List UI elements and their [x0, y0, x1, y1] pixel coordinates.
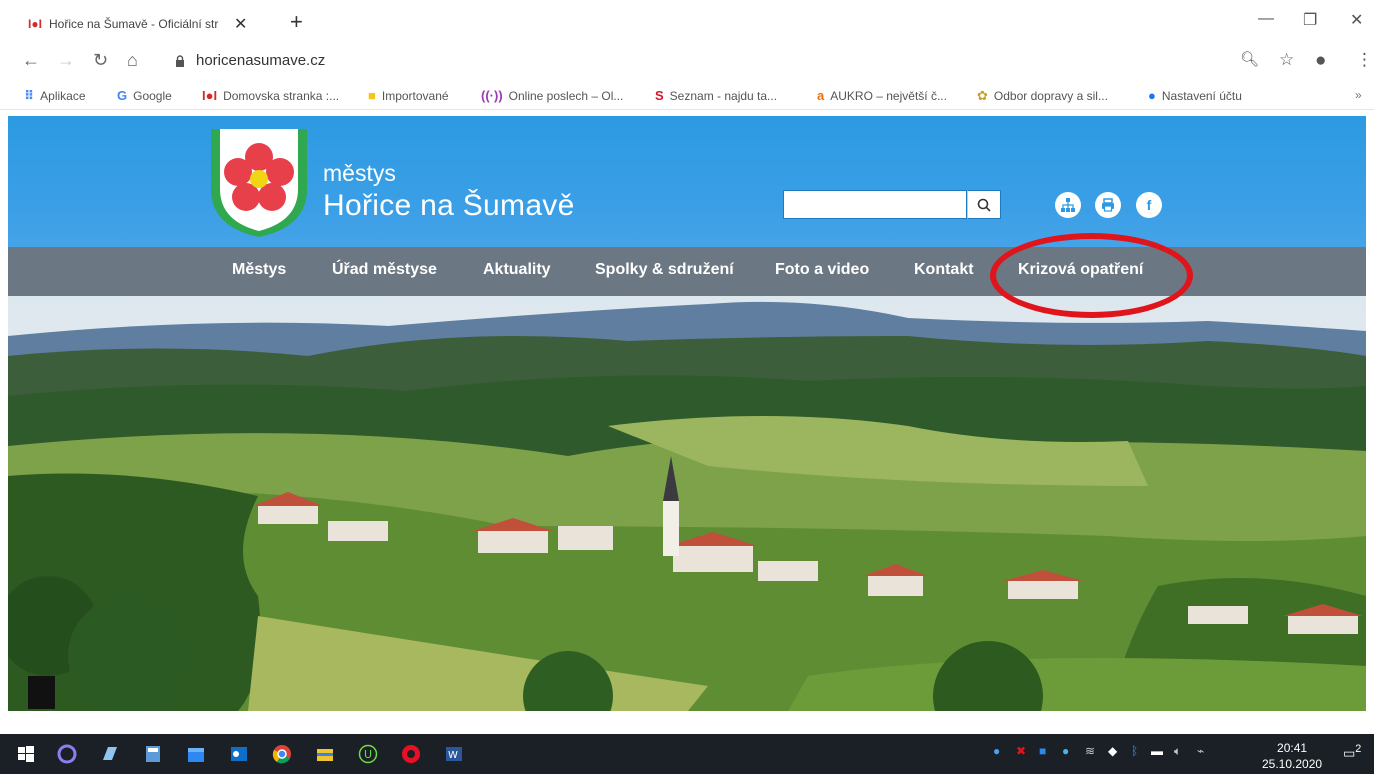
brand-subtitle: městys — [323, 160, 396, 186]
bookmark-apps[interactable]: ⠿ Aplikace — [24, 88, 86, 104]
bookmark-importovane[interactable]: ■ Importované — [368, 88, 449, 103]
facebook-icon: ● — [1148, 88, 1156, 103]
tray-g-icon[interactable]: ● — [993, 744, 1000, 758]
upwork-icon[interactable]: U — [358, 744, 378, 764]
network-icon[interactable]: ⌁ — [1197, 744, 1204, 758]
profile-icon[interactable]: ● — [1315, 50, 1326, 72]
bookmark-label: Seznam - najdu ta... — [669, 88, 778, 103]
aukro-icon: a — [817, 88, 825, 103]
print-icon — [1102, 198, 1114, 212]
brand-title[interactable]: Hořice na Šumavě — [323, 189, 575, 223]
highlight-annotation-ellipse — [990, 233, 1193, 318]
bookmark-label: AUKRO – největší č... — [830, 88, 947, 103]
windows-taskbar — [0, 734, 1374, 774]
print-button[interactable] — [1095, 192, 1121, 218]
facebook-button[interactable]: f — [1136, 192, 1162, 218]
bookmark-label: Importované — [381, 88, 449, 103]
forward-icon[interactable]: → — [57, 50, 75, 71]
search-input[interactable] — [783, 190, 967, 219]
tray-x-icon[interactable]: ✖ — [1016, 744, 1026, 758]
restore-icon[interactable]: ❐ — [1303, 10, 1317, 30]
coat-of-arms-logo[interactable] — [211, 129, 307, 237]
battery-icon[interactable]: ▬ — [1151, 744, 1163, 758]
bookmark-aukro[interactable]: a AUKRO – největší č... — [817, 88, 947, 103]
tray-outlook-icon[interactable]: ■ — [1039, 744, 1046, 758]
bookmark-odbor[interactable]: ✿ Odbor dopravy a sil... — [977, 88, 1108, 104]
nav-item-mestys[interactable]: Městys — [232, 261, 286, 279]
nav-item-urad[interactable]: Úřad městyse — [332, 261, 437, 279]
taskbar-clock[interactable]: 20:41 25.10.2020 — [1262, 740, 1322, 772]
zoom-icon[interactable]: 🔍︎ — [1240, 50, 1259, 68]
new-tab-icon[interactable]: + — [290, 9, 303, 35]
clock-time: 20:41 — [1277, 741, 1308, 755]
reload-icon[interactable]: ↻ — [93, 50, 108, 71]
close-window-icon[interactable]: ✕ — [1350, 10, 1363, 30]
bookmark-star-icon[interactable]: ☆ — [1279, 50, 1294, 70]
bookmark-label: Aplikace — [40, 89, 86, 103]
bookmark-google[interactable]: G Google — [117, 88, 172, 103]
url-field[interactable]: horicenasumave.cz — [196, 52, 325, 69]
security-app-icon[interactable] — [401, 744, 421, 764]
bookmark-online-poslech[interactable]: ((·)) Online poslech – Ol... — [481, 88, 623, 103]
wifi-icon[interactable]: ≋ — [1085, 744, 1095, 758]
menu-dots-icon[interactable]: ⋮ — [1356, 50, 1373, 70]
search-button[interactable] — [967, 190, 1001, 219]
crown-icon: ✿ — [977, 88, 988, 103]
tray-sync-icon[interactable]: ● — [1062, 744, 1069, 758]
volume-icon[interactable]: 🔈︎ — [1174, 744, 1181, 759]
bookmark-seznam[interactable]: S Seznam - najdu ta... — [655, 88, 777, 103]
bluetooth-icon[interactable]: ᛒ — [1131, 744, 1138, 758]
home-icon[interactable]: ⌂ — [127, 50, 138, 71]
word-icon[interactable]: W — [444, 744, 464, 764]
radio-icon: ((·)) — [481, 88, 503, 103]
sitemap-icon — [1061, 198, 1075, 212]
search-icon — [977, 198, 991, 212]
lock-icon — [176, 55, 184, 67]
back-icon[interactable]: ← — [22, 50, 40, 71]
bookmark-label: Odbor dopravy a sil... — [993, 89, 1108, 103]
apps-grid-icon: ⠿ — [24, 88, 35, 103]
browser-tab-strip: I●I Hořice na Šumavě - Oficiální str ✕ +… — [0, 0, 1374, 44]
bookmark-label: Nastavení účtu — [1161, 88, 1242, 103]
site-favicon-icon: I●I — [28, 17, 42, 31]
clock-date: 25.10.2020 — [1262, 757, 1323, 771]
notifications-icon[interactable]: ▭2 — [1343, 743, 1361, 761]
google-icon: G — [117, 88, 128, 103]
seznam-icon: S — [655, 88, 664, 103]
floating-square — [28, 676, 55, 709]
calendar-icon[interactable] — [186, 744, 206, 764]
close-tab-icon[interactable]: ✕ — [234, 14, 247, 34]
nav-item-kontakt[interactable]: Kontakt — [914, 261, 974, 279]
nav-item-foto[interactable]: Foto a video — [775, 261, 869, 279]
outlook-icon[interactable] — [229, 744, 249, 764]
facebook-icon: f — [1146, 197, 1152, 213]
svg-text:U: U — [364, 748, 372, 761]
bookmarks-more-icon[interactable]: » — [1355, 88, 1362, 102]
chrome-icon[interactable] — [272, 744, 292, 764]
minimize-icon[interactable]: — — [1258, 10, 1274, 28]
site-favicon-icon: I●I — [202, 88, 218, 103]
windows-start-icon[interactable] — [16, 744, 36, 764]
sitemap-button[interactable] — [1055, 192, 1081, 218]
calculator-icon[interactable] — [143, 744, 163, 764]
nav-item-aktuality[interactable]: Aktuality — [483, 261, 551, 279]
web-page: městys Hořice na Šumavě f Městys Úřad mě… — [8, 116, 1366, 711]
cortana-icon[interactable] — [57, 744, 77, 764]
task-view-icon[interactable] — [100, 744, 120, 764]
bookmark-label: Domovska stranka :... — [223, 88, 340, 103]
defender-icon[interactable]: ◆ — [1108, 744, 1117, 758]
nav-item-spolky[interactable]: Spolky & sdružení — [595, 261, 734, 279]
site-header: městys Hořice na Šumavě f — [8, 116, 1366, 247]
bookmark-nastaveni[interactable]: ● Nastavení účtu — [1148, 88, 1242, 103]
village-landscape-photo — [8, 296, 1366, 711]
notifications-count: 2 — [1355, 743, 1362, 755]
browser-tab[interactable]: I●I Hořice na Šumavě - Oficiální str ✕ — [28, 12, 278, 36]
svg-text:W: W — [448, 750, 458, 761]
tab-title: Hořice na Šumavě - Oficiální str — [49, 17, 219, 31]
bookmark-domovska[interactable]: I●I Domovska stranka :... — [202, 88, 339, 103]
file-explorer-icon[interactable] — [315, 744, 335, 764]
bookmark-label: Online poslech – Ol... — [508, 88, 624, 103]
folder-icon: ■ — [368, 88, 376, 103]
bookmark-label: Google — [133, 88, 172, 103]
